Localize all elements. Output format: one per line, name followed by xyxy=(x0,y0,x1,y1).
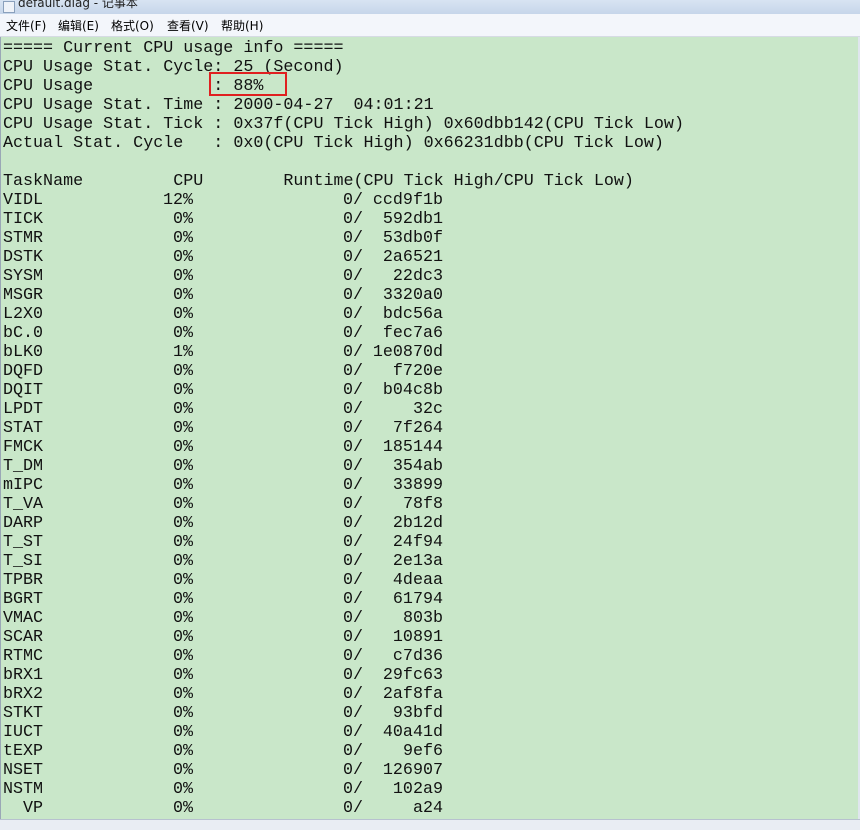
runtime-separator: / xyxy=(353,723,364,742)
task-runtime-low: ccd9f1b xyxy=(372,191,443,210)
menu-file[interactable]: 文件(F) xyxy=(6,17,46,34)
runtime-separator: / xyxy=(353,210,364,229)
task-runtime-low: 4deaa xyxy=(392,571,443,590)
task-runtime-low: 2af8fa xyxy=(382,685,443,704)
task-runtime-low: 354ab xyxy=(392,457,443,476)
header-line: ===== Current CPU usage info ===== xyxy=(3,39,344,58)
runtime-separator: / xyxy=(353,704,364,723)
task-runtime-low: 40a41d xyxy=(382,723,443,742)
task-runtime-low: 2e13a xyxy=(392,552,443,571)
runtime-separator: / xyxy=(353,780,364,799)
task-runtime-low: a24 xyxy=(412,799,443,818)
task-runtime-low: 33899 xyxy=(392,476,443,495)
runtime-separator: / xyxy=(353,628,364,647)
runtime-separator: / xyxy=(353,514,364,533)
runtime-separator: / xyxy=(353,666,364,685)
runtime-separator: / xyxy=(353,400,364,419)
task-runtime-low: 53db0f xyxy=(382,229,443,248)
runtime-separator: / xyxy=(353,286,364,305)
runtime-separator: / xyxy=(353,305,364,324)
task-runtime-low: 9ef6 xyxy=(402,742,443,761)
text-editor-area[interactable]: ===== Current CPU usage info ===== CPU Us… xyxy=(0,37,859,819)
runtime-separator: / xyxy=(353,609,364,628)
runtime-separator: / xyxy=(353,571,364,590)
runtime-separator: / xyxy=(353,533,364,552)
task-runtime-low: 10891 xyxy=(392,628,443,647)
task-runtime-low: 2a6521 xyxy=(382,248,443,267)
header-line: CPU Usage Stat. Cycle: 25 (Second) xyxy=(3,58,344,77)
runtime-separator: / xyxy=(353,362,364,381)
runtime-separator: / xyxy=(353,552,364,571)
task-runtime-low: 2b12d xyxy=(392,514,443,533)
menu-bar: 文件(F) 编辑(E) 格式(O) 查看(V) 帮助(H) xyxy=(0,14,860,37)
runtime-separator: / xyxy=(353,685,364,704)
header-line: CPU Usage Stat. Time : 2000-04-27 04:01:… xyxy=(3,96,434,115)
runtime-separator: / xyxy=(353,742,364,761)
task-runtime-low: 24f94 xyxy=(392,533,443,552)
runtime-separator: / xyxy=(353,191,364,210)
runtime-separator: / xyxy=(353,419,364,438)
menu-view[interactable]: 查看(V) xyxy=(167,17,209,34)
menu-edit[interactable]: 编辑(E) xyxy=(58,17,99,34)
task-runtime-low: 126907 xyxy=(382,761,443,780)
task-runtime-low: bdc56a xyxy=(382,305,443,324)
runtime-separator: / xyxy=(353,343,364,362)
header-line: Actual Stat. Cycle : 0x0(CPU Tick High) … xyxy=(3,134,664,153)
runtime-separator: / xyxy=(353,799,364,818)
runtime-separator: / xyxy=(353,761,364,780)
runtime-separator: / xyxy=(353,495,364,514)
task-runtime-low: fec7a6 xyxy=(382,324,443,343)
task-runtime-low: 22dc3 xyxy=(392,267,443,286)
runtime-separator: / xyxy=(353,590,364,609)
runtime-separator: / xyxy=(353,647,364,666)
task-runtime-low: 61794 xyxy=(392,590,443,609)
menu-format[interactable]: 格式(O) xyxy=(111,17,154,34)
table-header: TaskName CPU Runtime(CPU Tick High/CPU T… xyxy=(3,172,634,191)
cpu-usage-highlight-box xyxy=(209,72,287,96)
runtime-separator: / xyxy=(353,324,364,343)
window-title: default.diag - 记事本 xyxy=(18,0,138,10)
task-runtime-low: 803b xyxy=(402,609,443,628)
status-bar xyxy=(0,819,860,830)
notepad-icon xyxy=(3,1,15,13)
header-line: CPU Usage Stat. Tick : 0x37f(CPU Tick Hi… xyxy=(3,115,684,134)
task-runtime-low: b04c8b xyxy=(382,381,443,400)
title-bar: default.diag - 记事本 xyxy=(0,0,860,14)
task-runtime-low: 7f264 xyxy=(392,419,443,438)
runtime-separator: / xyxy=(353,476,364,495)
task-runtime-low: 78f8 xyxy=(402,495,443,514)
runtime-separator: / xyxy=(353,457,364,476)
task-runtime-low: 3320a0 xyxy=(382,286,443,305)
task-runtime-low: 1e0870d xyxy=(372,343,443,362)
task-runtime-low: c7d36 xyxy=(392,647,443,666)
menu-help[interactable]: 帮助(H) xyxy=(221,17,263,34)
runtime-separator: / xyxy=(353,229,364,248)
runtime-separator: / xyxy=(353,248,364,267)
task-runtime-low: 185144 xyxy=(382,438,443,457)
runtime-separator: / xyxy=(353,438,364,457)
task-runtime-low: 29fc63 xyxy=(382,666,443,685)
task-runtime-low: f720e xyxy=(392,362,443,381)
runtime-separator: / xyxy=(353,381,364,400)
task-runtime-low: 102a9 xyxy=(392,780,443,799)
runtime-separator: / xyxy=(353,267,364,286)
task-runtime-low: 592db1 xyxy=(382,210,443,229)
task-runtime-low: 93bfd xyxy=(392,704,443,723)
task-runtime-low: 32c xyxy=(412,400,443,419)
